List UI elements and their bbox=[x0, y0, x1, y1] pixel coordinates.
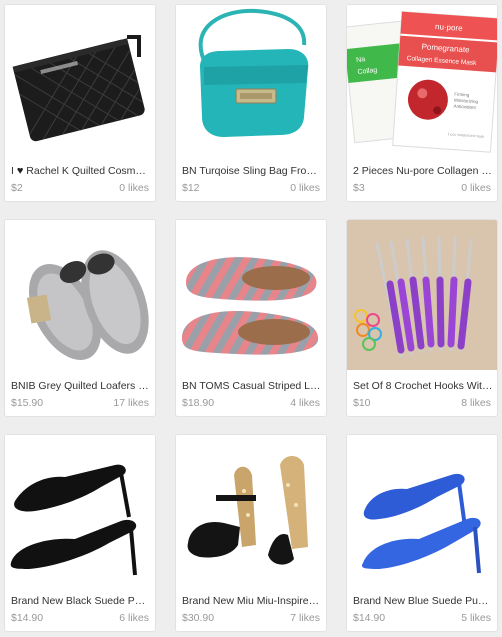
listing-likes: 0 likes bbox=[290, 182, 320, 194]
listing-price: $14.90 bbox=[11, 612, 44, 624]
listing-likes: 8 likes bbox=[461, 397, 491, 409]
black-pumps-image bbox=[5, 435, 155, 585]
listing-price: $30.90 bbox=[182, 612, 215, 624]
listing-likes: 6 likes bbox=[119, 612, 149, 624]
turquoise-bag-image bbox=[176, 5, 326, 155]
listing-price: $12 bbox=[182, 182, 200, 194]
listing-likes: 0 likes bbox=[119, 182, 149, 194]
listing-image[interactable] bbox=[347, 435, 497, 585]
listing-image[interactable] bbox=[5, 435, 155, 585]
listing-image[interactable] bbox=[176, 435, 326, 585]
svg-text:Na: Na bbox=[356, 56, 366, 64]
listing-title[interactable]: Set Of 8 Crochet Hooks Wit… bbox=[353, 379, 493, 393]
crochet-hooks-image bbox=[347, 220, 497, 370]
listing-image[interactable]: Na Collag nu·pore Pomegranate Collagen E… bbox=[347, 5, 497, 155]
listing-card[interactable]: Brand New Miu Miu-Inspired… $30.90 7 lik… bbox=[175, 434, 327, 632]
listing-grid: I ♥ Rachel K Quilted Cosm… $2 0 likes BN… bbox=[0, 0, 502, 637]
listing-likes: 5 likes bbox=[461, 612, 491, 624]
listing-title[interactable]: BNIB Grey Quilted Loafers (… bbox=[11, 379, 151, 393]
glitter-heels-image bbox=[176, 435, 326, 585]
listing-price: $14.90 bbox=[353, 612, 386, 624]
listing-card[interactable]: Brand New Blue Suede Pu… $14.90 5 likes bbox=[346, 434, 498, 632]
listing-title[interactable]: 2 Pieces Nu-pore Collagen … bbox=[353, 164, 493, 178]
listing-card[interactable]: Brand New Black Suede Pu… $14.90 6 likes bbox=[4, 434, 156, 632]
listing-likes: 4 likes bbox=[290, 397, 320, 409]
listing-card[interactable]: BNIB Grey Quilted Loafers (… $15.90 17 l… bbox=[4, 219, 156, 417]
quilted-pouch-image bbox=[5, 5, 155, 155]
grey-loafers-image bbox=[5, 220, 155, 370]
listing-title[interactable]: BN Turqoise Sling Bag From… bbox=[182, 164, 322, 178]
listing-card[interactable]: BN TOMS Casual Striped Lo… $18.90 4 like… bbox=[175, 219, 327, 417]
listing-title[interactable]: Brand New Blue Suede Pu… bbox=[353, 594, 493, 608]
listing-price: $10 bbox=[353, 397, 371, 409]
listing-card[interactable]: Na Collag nu·pore Pomegranate Collagen E… bbox=[346, 4, 498, 202]
listing-card[interactable]: Set Of 8 Crochet Hooks Wit… $10 8 likes bbox=[346, 219, 498, 417]
listing-card[interactable]: I ♥ Rachel K Quilted Cosm… $2 0 likes bbox=[4, 4, 156, 202]
listing-likes: 17 likes bbox=[113, 397, 149, 409]
listing-title[interactable]: BN TOMS Casual Striped Lo… bbox=[182, 379, 322, 393]
listing-likes: 7 likes bbox=[290, 612, 320, 624]
listing-price: $2 bbox=[11, 182, 23, 194]
listing-image[interactable] bbox=[347, 220, 497, 370]
listing-price: $15.90 bbox=[11, 397, 44, 409]
listing-title[interactable]: Brand New Miu Miu-Inspired… bbox=[182, 594, 322, 608]
listing-title[interactable]: Brand New Black Suede Pu… bbox=[11, 594, 151, 608]
striped-toms-image bbox=[176, 220, 326, 370]
listing-card[interactable]: BN Turqoise Sling Bag From… $12 0 likes bbox=[175, 4, 327, 202]
listing-image[interactable] bbox=[5, 5, 155, 155]
listing-price: $3 bbox=[353, 182, 365, 194]
listing-image[interactable] bbox=[176, 5, 326, 155]
listing-image[interactable] bbox=[5, 220, 155, 370]
listing-title[interactable]: I ♥ Rachel K Quilted Cosm… bbox=[11, 164, 151, 178]
listing-image[interactable] bbox=[176, 220, 326, 370]
blue-pumps-image bbox=[347, 435, 497, 585]
listing-likes: 0 likes bbox=[461, 182, 491, 194]
listing-price: $18.90 bbox=[182, 397, 215, 409]
collagen-mask-image: Na Collag nu·pore Pomegranate Collagen E… bbox=[347, 5, 497, 155]
